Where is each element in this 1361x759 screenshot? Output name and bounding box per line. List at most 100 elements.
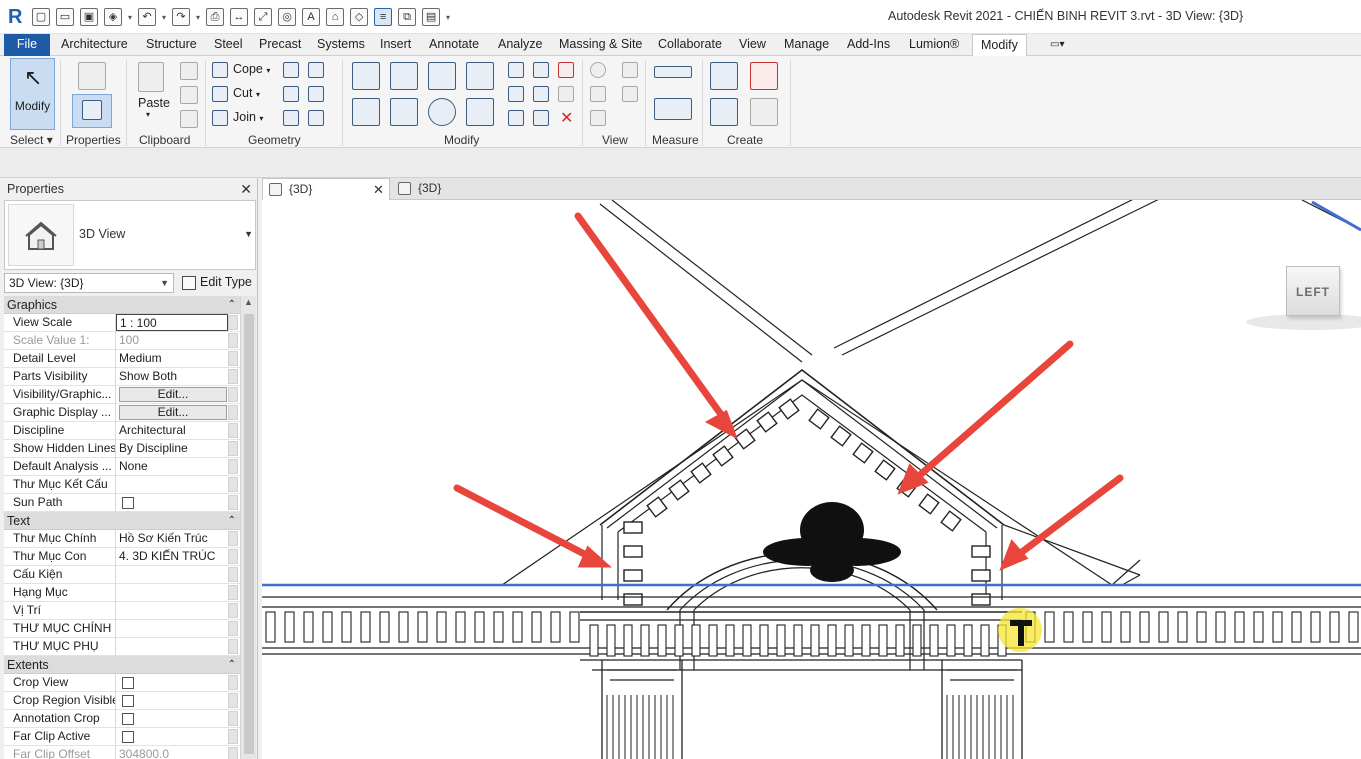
delete-icon[interactable]: ✕ — [560, 108, 573, 128]
linework-icon[interactable] — [590, 86, 606, 102]
view-tab-3d-inactive[interactable]: {3D} — [392, 178, 441, 200]
trim-multiple-icon[interactable] — [533, 110, 549, 126]
checkbox[interactable] — [122, 497, 134, 509]
paint-icon[interactable] — [308, 86, 324, 102]
chevron-down-icon[interactable]: ▾ — [128, 13, 132, 22]
cut-scissors-icon[interactable] — [180, 62, 198, 80]
property-value[interactable] — [116, 638, 228, 656]
cope-icon[interactable] — [212, 62, 228, 78]
tab-modify[interactable]: Modify — [972, 34, 1027, 57]
mirror-pick-axis-icon[interactable] — [428, 62, 456, 90]
property-value[interactable] — [116, 692, 228, 710]
create-group-icon[interactable] — [710, 98, 738, 126]
edit-type-button[interactable]: Edit Type — [180, 273, 256, 293]
pin-icon[interactable] — [558, 86, 574, 102]
hide-elements-icon[interactable] — [622, 86, 638, 102]
aligned-dimension-tool-icon[interactable] — [654, 98, 692, 120]
edit-button[interactable]: Edit... — [119, 405, 227, 420]
eraser-icon[interactable] — [590, 110, 606, 126]
checkbox[interactable] — [122, 731, 134, 743]
viewcube[interactable]: LEFT — [1286, 266, 1340, 316]
property-group-text[interactable]: Text ⌃ — [4, 512, 240, 530]
checkbox[interactable] — [122, 713, 134, 725]
chevron-down-icon[interactable]: ▾ — [196, 13, 200, 22]
tab-steel[interactable]: Steel — [214, 34, 243, 56]
move-icon[interactable] — [352, 98, 380, 126]
close-hidden-icon[interactable]: ⧉ — [398, 8, 417, 26]
3d-view-icon[interactable]: ⌂ — [326, 8, 345, 26]
tab-file[interactable]: File — [4, 34, 50, 56]
property-value[interactable] — [116, 620, 228, 638]
align-icon[interactable] — [352, 62, 380, 90]
checkbox[interactable] — [122, 695, 134, 707]
offset-icon[interactable] — [390, 62, 418, 90]
split-face-icon[interactable] — [283, 62, 299, 78]
property-value[interactable]: Hồ Sơ Kiến Trúc — [116, 530, 228, 548]
collapse-icon[interactable]: ⌃ — [228, 512, 236, 530]
chevron-down-icon[interactable]: ▾ — [162, 13, 166, 22]
property-value[interactable]: Show Both — [116, 368, 228, 386]
chevron-down-icon[interactable]: ▼ — [244, 229, 253, 239]
aligned-dimension-icon[interactable]: ⤢ — [254, 8, 273, 26]
section-icon[interactable]: ◇ — [350, 8, 369, 26]
property-value[interactable] — [116, 674, 228, 692]
checkbox[interactable] — [122, 677, 134, 689]
undo-icon[interactable]: ↶ — [138, 8, 157, 26]
array-icon[interactable] — [508, 86, 524, 102]
type-properties-icon[interactable] — [78, 62, 106, 90]
chevron-down-icon[interactable]: ▼ — [160, 274, 169, 292]
trim-single-icon[interactable] — [508, 110, 524, 126]
property-value[interactable] — [116, 602, 228, 620]
print-icon[interactable]: ⎙ — [206, 8, 225, 26]
close-icon[interactable]: ✕ — [373, 179, 384, 200]
property-value[interactable]: Medium — [116, 350, 228, 368]
property-value[interactable] — [116, 710, 228, 728]
trim-extend-icon[interactable] — [466, 98, 494, 126]
thin-lines-icon[interactable]: ≡ — [374, 8, 393, 26]
redo-icon[interactable]: ↷ — [172, 8, 191, 26]
demolish-icon[interactable] — [283, 110, 299, 126]
revit-logo[interactable]: R — [8, 6, 22, 29]
override-graphics-icon[interactable] — [622, 62, 638, 78]
property-value[interactable]: By Discipline — [116, 440, 228, 458]
collapse-icon[interactable]: ⌃ — [228, 656, 236, 674]
measure-distance-icon[interactable] — [654, 66, 692, 78]
unpin-icon[interactable] — [558, 62, 574, 78]
property-value[interactable]: Architectural — [116, 422, 228, 440]
copy-icon[interactable] — [180, 86, 198, 104]
match-type-icon[interactable] — [180, 110, 198, 128]
new-file-icon[interactable]: ▢ — [32, 8, 50, 26]
hammer-icon[interactable] — [308, 110, 324, 126]
properties-button[interactable] — [72, 94, 112, 128]
create-similar-icon[interactable] — [750, 98, 778, 126]
join-icon[interactable] — [212, 110, 228, 126]
property-value[interactable] — [116, 728, 228, 746]
tab-lumion[interactable]: Lumion® — [909, 34, 959, 56]
save-icon[interactable]: ▣ — [80, 8, 98, 26]
property-value[interactable]: Edit... — [116, 386, 228, 404]
select-group-label[interactable]: Select ▾ — [10, 133, 53, 147]
cut-button[interactable]: Cut ▾ — [233, 86, 260, 100]
measure-icon[interactable]: ↔ — [230, 8, 249, 26]
property-value[interactable] — [116, 566, 228, 584]
property-group-graphics[interactable]: Graphics ⌃ — [4, 296, 240, 314]
sync-icon[interactable]: ◈ — [104, 8, 122, 26]
cut-geometry-icon[interactable] — [212, 86, 228, 102]
wall-joins-icon[interactable] — [308, 62, 324, 78]
mirror-draw-axis-icon[interactable] — [466, 62, 494, 90]
collapse-icon[interactable]: ⌃ — [228, 296, 236, 314]
modify-button[interactable]: ↖ Modify — [10, 58, 55, 130]
tab-precast[interactable]: Precast — [259, 34, 301, 56]
property-value[interactable]: None — [116, 458, 228, 476]
property-value[interactable] — [116, 494, 228, 512]
beam-join-icon[interactable] — [283, 86, 299, 102]
edit-button[interactable]: Edit... — [119, 387, 227, 402]
property-group-extents[interactable]: Extents ⌃ — [4, 656, 240, 674]
property-value[interactable] — [116, 584, 228, 602]
clipboard-icon[interactable] — [138, 62, 164, 92]
tab-systems[interactable]: Systems — [317, 34, 365, 56]
create-assembly-icon[interactable] — [710, 62, 738, 90]
text-icon[interactable]: A — [302, 8, 321, 26]
property-value[interactable]: Edit... — [116, 404, 228, 422]
tab-architecture[interactable]: Architecture — [61, 34, 128, 56]
